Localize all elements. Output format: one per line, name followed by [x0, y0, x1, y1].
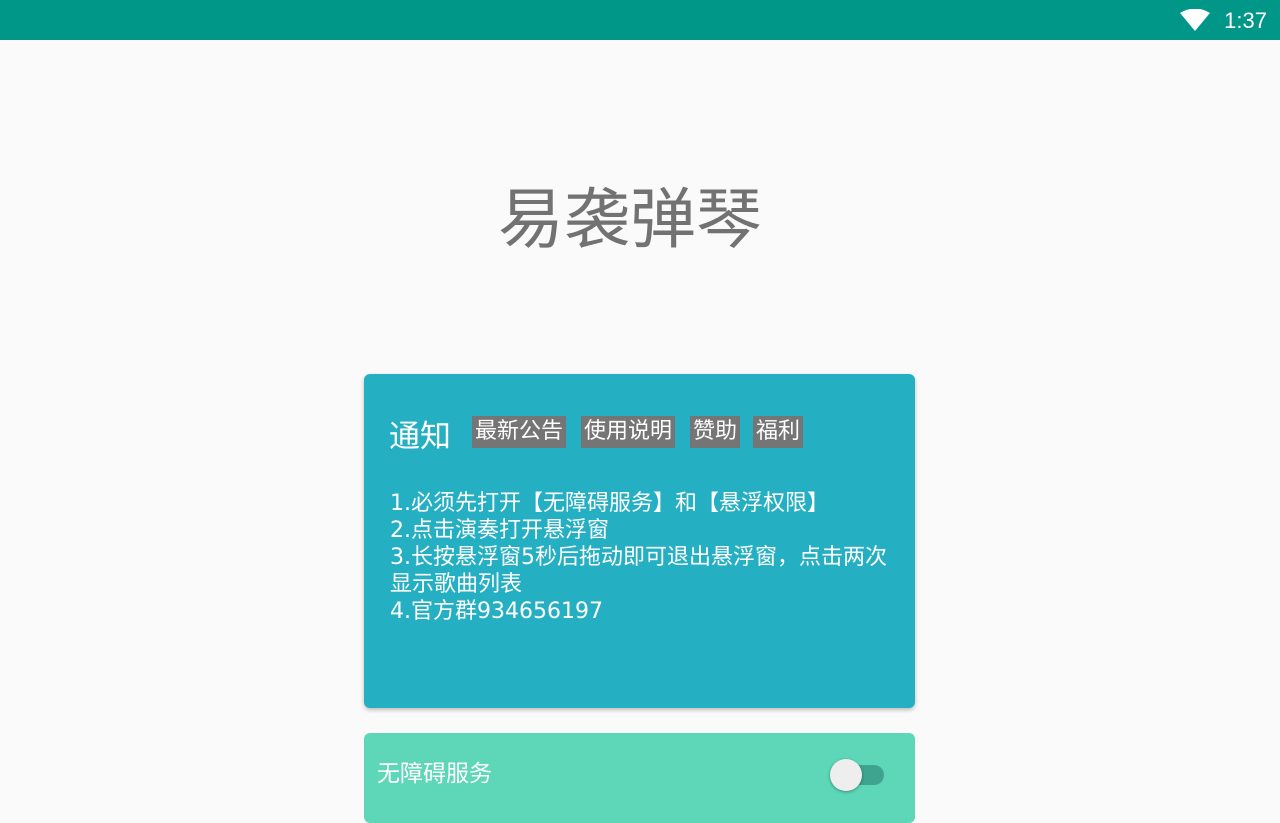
tab-welfare[interactable]: 福利: [753, 416, 804, 448]
accessibility-service-card: 无障碍服务: [364, 733, 915, 823]
notice-card: 通知 最新公告 使用说明 赞助 福利 1.必须先打开【无障碍服务】和【悬浮权限】…: [364, 374, 915, 708]
notice-line: 4.官方群934656197: [390, 599, 603, 624]
notice-line: 1.必须先打开【无障碍服务】和【悬浮权限】: [390, 491, 829, 516]
tab-latest-announcement[interactable]: 最新公告: [472, 416, 567, 448]
notice-line: 3.长按悬浮窗5秒后拖动即可退出悬浮窗，点击两次: [390, 545, 887, 570]
switch-thumb: [830, 759, 862, 791]
notice-line: 显示歌曲列表: [390, 572, 523, 597]
accessibility-service-label: 无障碍服务: [377, 761, 492, 787]
notice-line: 2.点击演奏打开悬浮窗: [390, 518, 609, 543]
tab-usage-instructions[interactable]: 使用说明: [581, 416, 676, 448]
notice-body: 1.必须先打开【无障碍服务】和【悬浮权限】 2.点击演奏打开悬浮窗 3.长按悬浮…: [390, 490, 910, 625]
app-title: 易袭弹琴: [498, 181, 762, 258]
accessibility-service-switch[interactable]: [828, 759, 888, 791]
status-clock: 1:37: [1224, 8, 1267, 33]
status-bar: 1:37: [0, 0, 1280, 40]
tab-sponsor[interactable]: 赞助: [690, 416, 741, 448]
wifi-icon: [1180, 9, 1210, 31]
notice-heading: 通知: [389, 419, 451, 455]
